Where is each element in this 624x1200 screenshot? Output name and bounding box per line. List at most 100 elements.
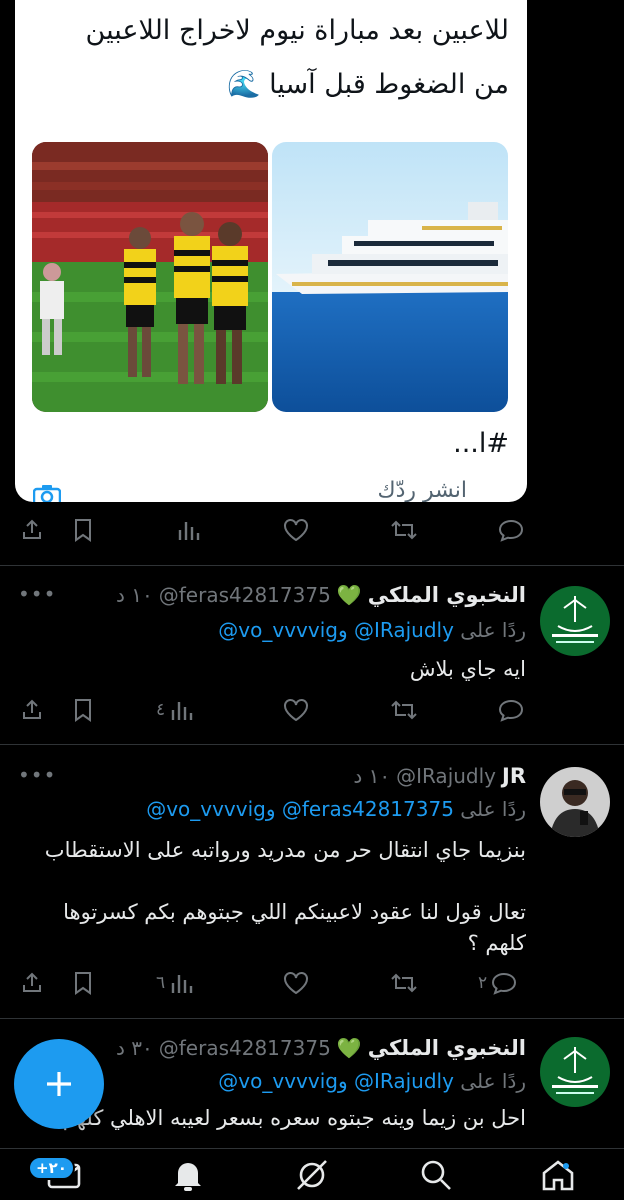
share-icon [23, 699, 41, 719]
compose-button[interactable] [14, 1039, 104, 1129]
mention[interactable]: @IRajudly [354, 618, 454, 642]
mention[interactable]: @vo_vvvvig [218, 618, 338, 642]
quote-line-2: من الضغوط قبل آسيا 🌊 [226, 69, 509, 100]
share-button[interactable] [20, 965, 44, 1001]
more-icon[interactable]: ••• [18, 582, 56, 606]
bookmark-button[interactable] [72, 512, 94, 548]
reply-button[interactable] [498, 692, 524, 728]
timestamp: ١٠ د [116, 583, 153, 607]
replying-to: ردًا على @IRajudly و@vo_vvvvig [218, 618, 526, 642]
replying-to: ردًا على @feras42817375 و@vo_vvvvig [146, 797, 526, 821]
tweet-actions: ٦ ٢ [0, 965, 624, 1001]
reply-icon [492, 972, 517, 995]
heart-icon [284, 519, 308, 542]
bookmark-icon [75, 519, 91, 542]
more-icon[interactable]: ••• [18, 763, 56, 787]
display-name[interactable]: النخبوي الملكي [368, 1036, 526, 1060]
tweet-2[interactable]: JR @IRajudly ١٠ د ••• ردًا على @feras428… [0, 745, 624, 1017]
views-icon [178, 522, 200, 540]
bookmark-button[interactable] [72, 692, 94, 728]
views-icon [171, 975, 193, 993]
quote-line-1: للاعبين بعد مباراة نيوم لاخراج اللاعبين [85, 15, 509, 46]
reply-count: ٢ [478, 973, 488, 993]
heart-icon [284, 699, 308, 722]
replying-to: ردًا على @IRajudly و@vo_vvvvig [218, 1069, 526, 1093]
retweet-button[interactable] [390, 692, 418, 728]
avatar[interactable] [540, 1037, 610, 1107]
quote-hashtag[interactable]: #ا... [453, 428, 509, 459]
views-count: ٦ [156, 973, 166, 993]
camera-icon[interactable] [32, 484, 62, 502]
share-icon [23, 972, 41, 992]
green-heart-badge: 💚 [336, 1036, 362, 1060]
mention[interactable]: @IRajudly [354, 1069, 454, 1093]
heart-icon [284, 972, 308, 995]
share-icon [23, 519, 41, 539]
bottom-navigation [0, 1148, 624, 1200]
retweet-icon [391, 700, 417, 720]
bookmark-icon [75, 972, 91, 995]
football-players-image[interactable] [32, 142, 268, 412]
like-button[interactable] [283, 965, 309, 1001]
mention-separator: و [265, 797, 276, 821]
like-button[interactable] [283, 692, 309, 728]
reply-icon [498, 699, 524, 722]
retweet-icon [391, 520, 417, 540]
tweet-header: النخبوي الملكي 💚 @feras42817375 ١٠ د [116, 580, 526, 610]
green-heart-badge: 💚 [336, 583, 362, 607]
share-button[interactable] [20, 512, 44, 548]
bookmark-button[interactable] [72, 965, 94, 1001]
views-button[interactable]: ٤ [156, 692, 193, 728]
mention[interactable]: @feras42817375 [282, 797, 454, 821]
reply-button[interactable]: ٢ [478, 965, 517, 1001]
views-count: ٤ [156, 700, 166, 720]
retweet-button[interactable] [390, 512, 418, 548]
handle[interactable]: @feras42817375 [159, 583, 331, 607]
handle[interactable]: @feras42817375 [159, 1036, 331, 1060]
tweet-text: بنزيما جاي انتقال حر من مدريد ورواتبه عل… [44, 838, 526, 955]
tweet-1[interactable]: النخبوي الملكي 💚 @feras42817375 ١٠ د •••… [0, 566, 624, 743]
grok-icon [297, 1160, 327, 1190]
share-button[interactable] [20, 692, 44, 728]
avatar[interactable] [540, 767, 610, 837]
nav-home[interactable] [540, 1157, 576, 1197]
mention-separator: و [337, 618, 348, 642]
quote-media[interactable] [32, 142, 508, 412]
mention[interactable]: @vo_vvvvig [146, 797, 266, 821]
retweet-icon [391, 973, 417, 993]
reply-hint: انشر ردّك [377, 478, 467, 502]
avatar[interactable] [540, 586, 610, 656]
like-button[interactable] [283, 512, 309, 548]
display-name[interactable]: JR [502, 764, 526, 788]
tweet-text: احل بن زيما وينه جبتوه سعره بسعر لعيبه ا… [62, 1106, 526, 1130]
search-icon [421, 1160, 451, 1190]
nav-search[interactable] [418, 1157, 454, 1197]
reply-icon [498, 519, 524, 542]
bell-icon [175, 1163, 201, 1191]
quoted-tweet-text: للاعبين بعد مباراة نيوم لاخراج اللاعبين … [29, 4, 509, 112]
nav-notifications[interactable] [170, 1157, 206, 1197]
reply-prefix: ردًا على [460, 797, 526, 821]
views-button[interactable]: ٦ [156, 965, 193, 1001]
display-name[interactable]: النخبوي الملكي [368, 583, 526, 607]
mention[interactable]: @vo_vvvvig [218, 1069, 338, 1093]
views-icon [171, 702, 193, 720]
views-button[interactable] [176, 512, 200, 548]
bookmark-icon [75, 699, 91, 722]
home-icon [542, 1160, 574, 1191]
timestamp: ١٠ د [353, 764, 391, 788]
tweet-actions: ٤ [0, 692, 624, 728]
reply-prefix: ردًا على [460, 618, 526, 642]
timestamp: ٣٠ د [116, 1036, 153, 1060]
messages-badge: +٢٠ [28, 1156, 75, 1180]
quoted-tweet-card[interactable]: للاعبين بعد مباراة نيوم لاخراج اللاعبين … [15, 0, 527, 502]
plus-icon [47, 1072, 71, 1096]
yacht-image[interactable] [272, 142, 508, 412]
reply-button[interactable] [498, 512, 524, 548]
reply-prefix: ردًا على [460, 1069, 526, 1093]
handle[interactable]: @IRajudly [396, 764, 496, 788]
nav-grok[interactable] [294, 1157, 330, 1197]
retweet-button[interactable] [390, 965, 418, 1001]
tweet-header: JR @IRajudly ١٠ د [353, 761, 526, 791]
mention-separator: و [337, 1069, 348, 1093]
